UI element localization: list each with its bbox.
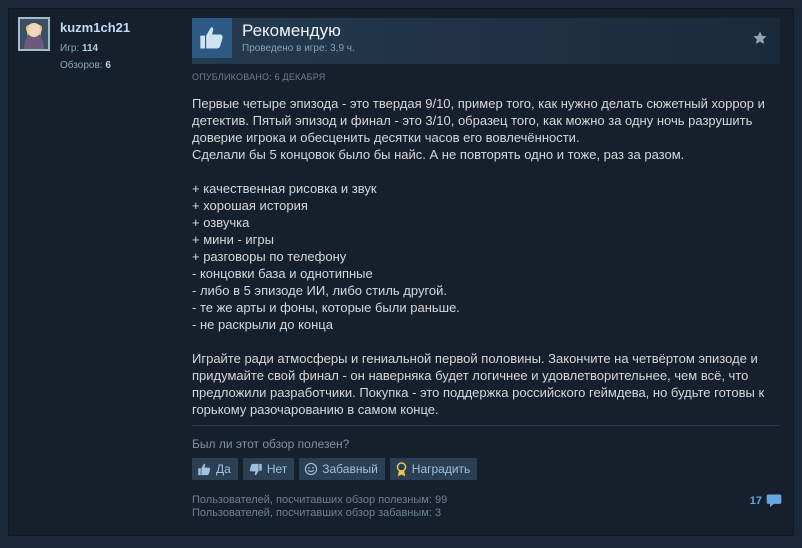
- review-header: Рекомендую Проведено в игре: 3,9 ч.: [192, 18, 780, 64]
- award-label: Наградить: [411, 462, 471, 476]
- review-line: - те же арты и фоны, которые были раньше…: [192, 300, 460, 315]
- vote-yes-label: Да: [216, 462, 231, 476]
- reviews-label: Обзоров:: [60, 60, 103, 71]
- reviews-count: 6: [105, 60, 111, 71]
- review-main: Рекомендую Проведено в игре: 3,9 ч. ОПУБ…: [192, 9, 782, 535]
- review-line: - не раскрыли до конца: [192, 317, 333, 332]
- review-line: + хорошая история: [192, 198, 308, 213]
- review-line: Сделали бы 5 концовок было бы найс. А не…: [192, 147, 685, 162]
- review-line: + мини - игры: [192, 232, 274, 247]
- award-button[interactable]: Наградить: [389, 458, 478, 480]
- review-line: [192, 333, 780, 350]
- author-panel: kuzm1ch21 Игр: 114 Обзоров: 6: [9, 9, 187, 535]
- review-text: Первые четыре эпизода - это твердая 9/10…: [192, 95, 780, 418]
- review-line: + качественная рисовка и звук: [192, 181, 377, 196]
- avatar-image: [20, 19, 48, 49]
- review-card: kuzm1ch21 Игр: 114 Обзоров: 6 Рекомендую…: [8, 8, 794, 536]
- thumbs-up-icon: [198, 463, 211, 475]
- vote-stats: Пользователей, посчитавших обзор полезны…: [192, 494, 447, 520]
- hours-played: Проведено в игре: 3,9 ч.: [242, 43, 355, 54]
- recommendation-title[interactable]: Рекомендую: [242, 21, 341, 41]
- thumbs-up-icon: [200, 27, 223, 49]
- review-line: предложили разработчики. Покупка - это п…: [192, 385, 765, 400]
- comment-icon: [766, 494, 782, 508]
- review-line: [192, 163, 780, 180]
- review-line: + озвучка: [192, 215, 250, 230]
- avatar[interactable]: [18, 17, 50, 51]
- star-icon: [753, 31, 767, 44]
- games-stat[interactable]: Игр: 114: [60, 43, 98, 54]
- helpful-count: Пользователей, посчитавших обзор полезны…: [192, 494, 448, 506]
- vote-no-button[interactable]: Нет: [242, 458, 295, 480]
- vote-funny-label: Забавный: [322, 462, 378, 476]
- comments-count: 17: [749, 494, 762, 507]
- reviews-stat[interactable]: Обзоров: 6: [60, 60, 111, 71]
- posted-date: ОПУБЛИКОВАНО: 6 ДЕКАБРЯ: [192, 72, 326, 82]
- review-line: Играйте ради атмосферы и гениальной перв…: [192, 351, 758, 366]
- award-icon: [396, 461, 407, 476]
- review-line: + разговоры по телефону: [192, 249, 347, 264]
- review-line: детектив. Пятый эпизод и финал - это 3/1…: [192, 113, 753, 128]
- vote-no-label: Нет: [266, 462, 288, 476]
- review-line: придумайте свой финал - он наверняка буд…: [192, 368, 749, 383]
- review-line: - либо в 5 эпизоде ИИ, либо стиль другой…: [192, 283, 448, 298]
- comments-link[interactable]: 17: [750, 493, 782, 508]
- vote-yes-button[interactable]: Да: [192, 458, 238, 480]
- vote-funny-button[interactable]: Забавный: [299, 458, 385, 480]
- award-star-button[interactable]: [752, 30, 768, 46]
- smile-icon: [305, 462, 318, 476]
- review-line: - концовки база и однотипные: [192, 266, 373, 281]
- review-line: горькому разочарованию в самом конце.: [192, 402, 439, 417]
- thumbs-down-icon: [249, 463, 262, 475]
- divider: [192, 425, 780, 426]
- vote-buttons: Да Нет Забавный Наградить: [192, 458, 478, 480]
- helpful-question: Был ли этот обзор полезен?: [192, 437, 350, 451]
- username[interactable]: kuzm1ch21: [60, 20, 130, 35]
- funny-count: Пользователей, посчитавших обзор забавны…: [192, 507, 442, 519]
- recommend-badge: [192, 18, 232, 58]
- review-line: доверие игрока и обесценить десятки часо…: [192, 130, 580, 145]
- review-line: Первые четыре эпизода - это твердая 9/10…: [192, 96, 765, 111]
- games-count: 114: [81, 43, 99, 54]
- games-label: Игр:: [60, 43, 80, 54]
